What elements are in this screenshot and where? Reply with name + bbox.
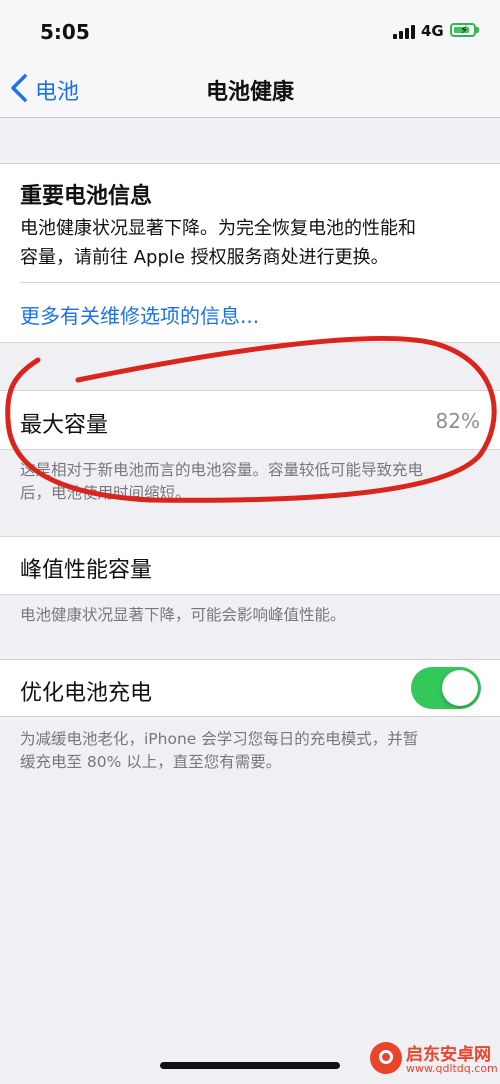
notice-body-line-1: 电池健康状况显著下降。为完全恢复电池的性能和: [20, 218, 416, 239]
notice-body-line-2: 容量，请前往 Apple 授权服务商处进行更换。: [20, 247, 389, 268]
annotation-circle: [5, 336, 497, 503]
status-time: 5:05: [40, 20, 90, 44]
network-type: 4G: [421, 22, 444, 40]
watermark-url: www.qdltdq.com: [406, 1062, 498, 1075]
charging-bolt-icon: ⚡: [460, 23, 469, 37]
optimized-charging-toggle[interactable]: [411, 667, 481, 709]
divider: [20, 282, 500, 283]
repair-options-link[interactable]: 更多有关维修选项的信息...: [20, 300, 259, 329]
peak-performance-footer: 电池健康状况显著下降，可能会影响峰值性能。: [20, 606, 346, 624]
optimized-charging-footer-line-1: 为减缓电池老化，iPhone 会学习您每日的充电模式，并暂: [20, 730, 419, 748]
watermark: 启东安卓网 www.qdltdq.com: [370, 1040, 498, 1080]
watermark-logo-icon: [370, 1042, 402, 1074]
cellular-signal-icon: [393, 25, 415, 39]
battery-cap: [476, 27, 479, 33]
optimized-charging-footer-line-2: 缓充电至 80% 以上，直至您有需要。: [20, 753, 282, 771]
page-title: 电池健康: [205, 80, 294, 105]
optimized-charging-label: 优化电池充电: [20, 681, 153, 706]
battery-icon: ⚡: [450, 23, 476, 37]
peak-performance-label: 峰值性能容量: [20, 558, 153, 583]
toggle-knob: [442, 670, 478, 706]
home-indicator[interactable]: [160, 1062, 340, 1069]
notice-title: 重要电池信息: [20, 184, 153, 209]
